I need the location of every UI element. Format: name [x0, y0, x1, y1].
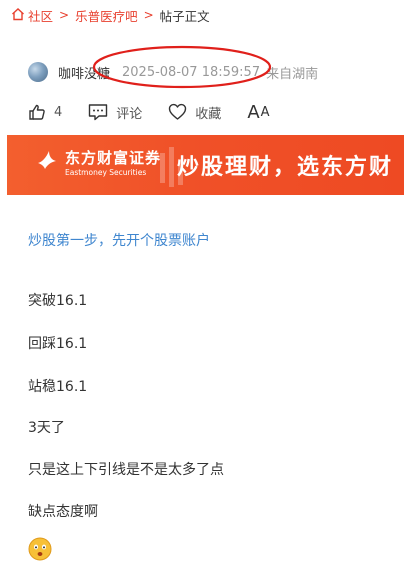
chevron-right-icon: >	[59, 8, 70, 22]
like-count: 4	[54, 104, 63, 120]
font-big-label: A	[247, 101, 261, 123]
promo-link[interactable]: 炒股第一步，先开个股票账户	[28, 230, 210, 250]
font-size-button[interactable]: AA	[247, 102, 270, 123]
banner-brand: 东方财富证券	[65, 149, 162, 167]
comment-icon	[89, 104, 108, 121]
post-paragraph: 站稳16.1	[28, 379, 88, 395]
banner-brand-en: Eastmoney Securities	[65, 168, 147, 177]
post-meta: 咖啡没糖 2025-08-07 18:59:57 来自湖南	[28, 60, 318, 84]
breadcrumb-current: 帖子正文	[159, 8, 210, 24]
comment-button[interactable]: 评论	[88, 103, 142, 122]
font-small-label: A	[260, 104, 271, 120]
post-paragraph: 只是这上下引线是不是太多了点	[28, 462, 224, 478]
breadcrumb-community-link[interactable]: 社区	[28, 6, 53, 25]
post-paragraph: 3天了	[28, 420, 65, 436]
post-paragraph: 突破16.1	[28, 293, 88, 309]
post-paragraph: 缺点态度啊	[28, 504, 98, 520]
thumb-up-icon	[29, 104, 45, 120]
breadcrumb: 社区 > 乐普医疗吧 > 帖子正文	[12, 5, 210, 25]
favorite-label: 收藏	[195, 106, 222, 122]
banner-slogan: 炒股理财，选东方财	[177, 155, 394, 180]
avatar[interactable]	[28, 62, 48, 82]
post-paragraph: 回踩16.1	[28, 336, 88, 352]
post-location: 来自湖南	[266, 66, 319, 82]
breadcrumb-forum-link[interactable]: 乐普医疗吧	[75, 6, 138, 25]
comment-label: 评论	[116, 106, 143, 122]
eastmoney-logo-icon	[38, 151, 56, 169]
favorite-button[interactable]: 收藏	[168, 103, 221, 122]
home-icon[interactable]	[11, 7, 25, 21]
author-name[interactable]: 咖啡没糖	[58, 63, 110, 82]
emoji-icon	[28, 537, 52, 561]
ad-banner[interactable]: 东方财富证券 Eastmoney Securities 炒股理财，选东方财	[7, 135, 404, 195]
chevron-right-icon: >	[143, 8, 154, 22]
heart-icon	[169, 103, 187, 120]
like-button[interactable]: 4	[28, 103, 62, 121]
action-bar: 4 评论 收藏 AA	[28, 100, 297, 124]
post-time: 2025-08-07 18:59:57	[122, 64, 261, 80]
